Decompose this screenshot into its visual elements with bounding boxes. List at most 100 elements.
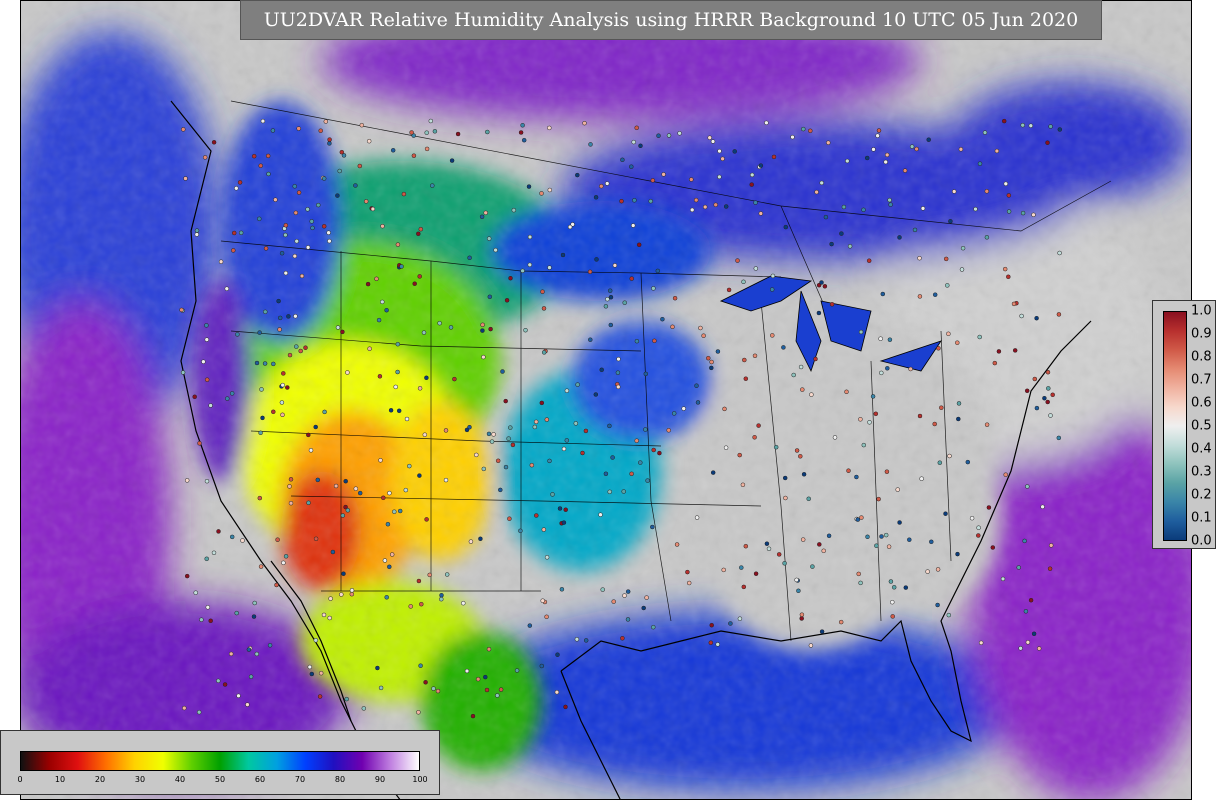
station-marker xyxy=(427,572,432,578)
station-marker xyxy=(737,616,743,621)
field-texture xyxy=(21,1,1191,799)
rh-colorbar-tick: 0 xyxy=(17,775,23,784)
station-marker xyxy=(260,118,266,124)
station-marker xyxy=(960,245,966,251)
station-marker xyxy=(432,129,438,134)
station-marker xyxy=(421,330,427,335)
station-marker xyxy=(251,153,257,159)
station-marker xyxy=(832,435,838,440)
station-marker xyxy=(229,534,235,540)
station-marker xyxy=(179,307,184,313)
station-marker xyxy=(418,226,424,232)
station-marker xyxy=(694,383,699,388)
station-marker xyxy=(498,487,503,493)
station-marker xyxy=(308,448,314,453)
station-marker xyxy=(651,286,656,291)
station-marker xyxy=(335,193,340,198)
rh-colorbar-tick: 70 xyxy=(294,775,306,784)
station-marker xyxy=(293,210,299,216)
station-marker xyxy=(1022,538,1027,544)
station-marker xyxy=(259,387,264,392)
station-marker xyxy=(841,204,847,210)
station-marker xyxy=(607,288,613,293)
station-marker xyxy=(205,605,211,610)
station-marker xyxy=(616,384,621,390)
station-marker xyxy=(935,567,941,572)
station-marker xyxy=(390,148,396,153)
station-marker xyxy=(781,345,786,350)
station-marker xyxy=(493,247,498,253)
station-marker xyxy=(625,617,631,622)
station-marker xyxy=(534,513,539,518)
station-marker xyxy=(339,592,344,597)
station-marker xyxy=(486,236,492,241)
error-colorbar-tick: 0.0 xyxy=(1191,533,1212,549)
station-marker xyxy=(1002,266,1008,272)
station-marker xyxy=(887,337,893,342)
rh-colorbar-tick: 80 xyxy=(334,775,346,784)
station-marker xyxy=(349,591,355,597)
station-marker xyxy=(294,344,299,349)
station-marker xyxy=(518,528,523,534)
station-marker xyxy=(412,281,417,286)
station-marker xyxy=(521,137,527,143)
station-marker xyxy=(541,527,547,532)
station-marker xyxy=(285,385,290,390)
station-marker xyxy=(561,520,567,525)
station-marker xyxy=(753,200,758,205)
station-marker xyxy=(826,140,831,145)
station-marker xyxy=(607,423,612,429)
station-marker xyxy=(674,542,680,547)
station-marker xyxy=(511,207,517,213)
station-marker xyxy=(550,492,555,497)
station-marker xyxy=(726,287,732,293)
station-marker xyxy=(443,428,449,433)
station-marker xyxy=(357,163,363,169)
station-marker xyxy=(855,517,861,522)
station-marker xyxy=(323,119,329,124)
station-marker xyxy=(180,370,186,375)
station-marker xyxy=(182,705,187,711)
station-marker xyxy=(671,411,677,416)
station-marker xyxy=(685,569,690,575)
station-marker xyxy=(666,428,671,433)
station-marker xyxy=(294,238,299,244)
station-marker xyxy=(819,280,824,285)
station-marker xyxy=(418,663,423,668)
station-marker xyxy=(555,652,560,657)
station-marker xyxy=(258,163,263,168)
station-marker xyxy=(266,171,271,177)
station-marker xyxy=(245,702,250,707)
station-marker xyxy=(897,235,902,240)
station-marker xyxy=(392,509,397,514)
rh-colorbar-tick: 10 xyxy=(54,775,66,784)
station-marker xyxy=(1048,124,1053,129)
station-marker xyxy=(677,131,682,136)
station-marker xyxy=(1006,193,1012,198)
station-marker xyxy=(816,310,822,316)
station-marker xyxy=(218,259,224,264)
station-marker xyxy=(652,338,657,344)
error-colorbar-tick: 0.3 xyxy=(1191,464,1212,480)
station-marker xyxy=(908,366,913,372)
station-marker xyxy=(612,263,618,268)
station-marker xyxy=(349,588,355,593)
station-marker xyxy=(554,689,560,695)
station-marker xyxy=(735,258,740,263)
station-marker xyxy=(464,427,470,433)
station-marker xyxy=(439,596,444,602)
station-marker xyxy=(1031,631,1037,637)
station-marker xyxy=(799,616,804,621)
station-marker xyxy=(235,332,240,337)
station-marker xyxy=(365,281,371,287)
station-marker xyxy=(620,157,625,163)
station-marker xyxy=(670,324,675,330)
station-marker xyxy=(794,448,800,453)
station-marker xyxy=(397,508,403,514)
station-marker xyxy=(281,371,286,376)
station-marker xyxy=(996,349,1002,354)
station-marker xyxy=(574,637,580,642)
station-marker xyxy=(271,409,276,415)
station-marker xyxy=(583,638,589,643)
error-colorbar-legend: 1.0 0.9 0.8 0.7 0.6 0.5 0.4 0.3 0.2 0.1 0.0 xyxy=(1152,300,1216,549)
